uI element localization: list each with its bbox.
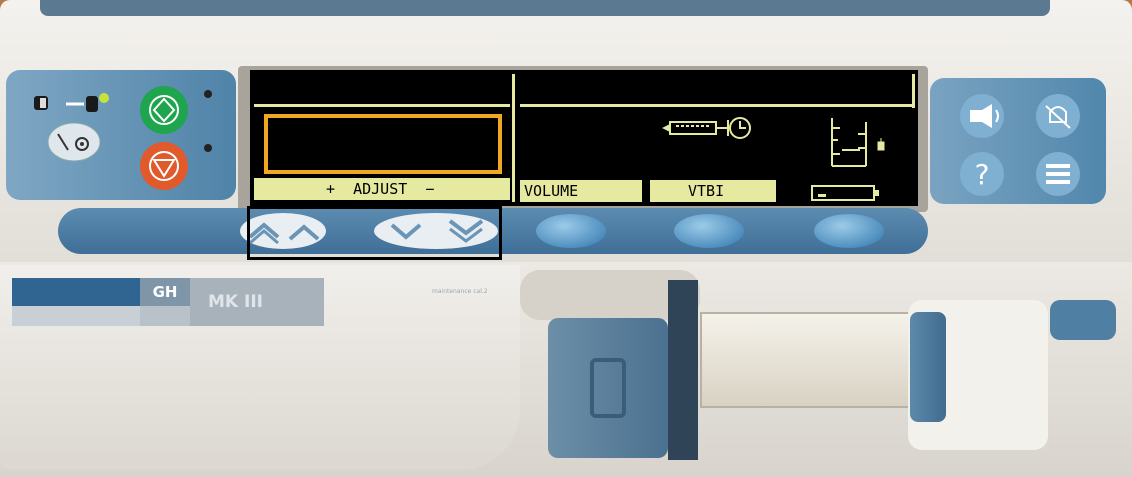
left-control-panel [6, 70, 236, 200]
battery-icon [811, 185, 879, 201]
soft-key-2[interactable] [674, 214, 744, 248]
clock-icon [729, 117, 751, 139]
syringe-icon [662, 120, 729, 136]
silence-alarm-icon[interactable] [960, 94, 1004, 138]
plunger-clamp-slot [590, 358, 626, 418]
soft-key-3[interactable] [814, 214, 884, 248]
syringe-lever[interactable] [1050, 300, 1116, 340]
pump-top-rim [40, 0, 1050, 16]
soft-key-1[interactable] [536, 214, 606, 248]
model-name: MK III [190, 278, 324, 326]
left-panel-graphics [34, 86, 212, 190]
right-control-panel: ? [930, 78, 1106, 204]
highlight-box-display [264, 114, 502, 174]
svg-text:?: ? [975, 158, 990, 191]
help-icon[interactable]: ? [960, 152, 1004, 196]
fine-print: maintenance cal.2 [432, 288, 488, 295]
start-button[interactable] [140, 86, 212, 134]
label-stripe-light [12, 306, 140, 326]
plunger-clamp[interactable] [548, 318, 668, 458]
on-off-icon[interactable] [47, 122, 101, 162]
menu-icon[interactable] [1036, 152, 1080, 196]
no-alarm-icon[interactable] [1036, 94, 1080, 138]
brand-badge: GH [140, 278, 190, 306]
plunger-driver [668, 280, 698, 460]
pressure-scale-icon [831, 118, 885, 167]
power-plug-icon [34, 93, 109, 112]
stop-button[interactable] [140, 142, 212, 190]
syringe-holder-grip[interactable] [910, 312, 946, 422]
syringe-barrel [700, 312, 924, 408]
highlight-box-arrow-keys [247, 206, 502, 260]
label-stripe [12, 278, 140, 306]
right-panel-graphics: ? [960, 94, 1080, 196]
